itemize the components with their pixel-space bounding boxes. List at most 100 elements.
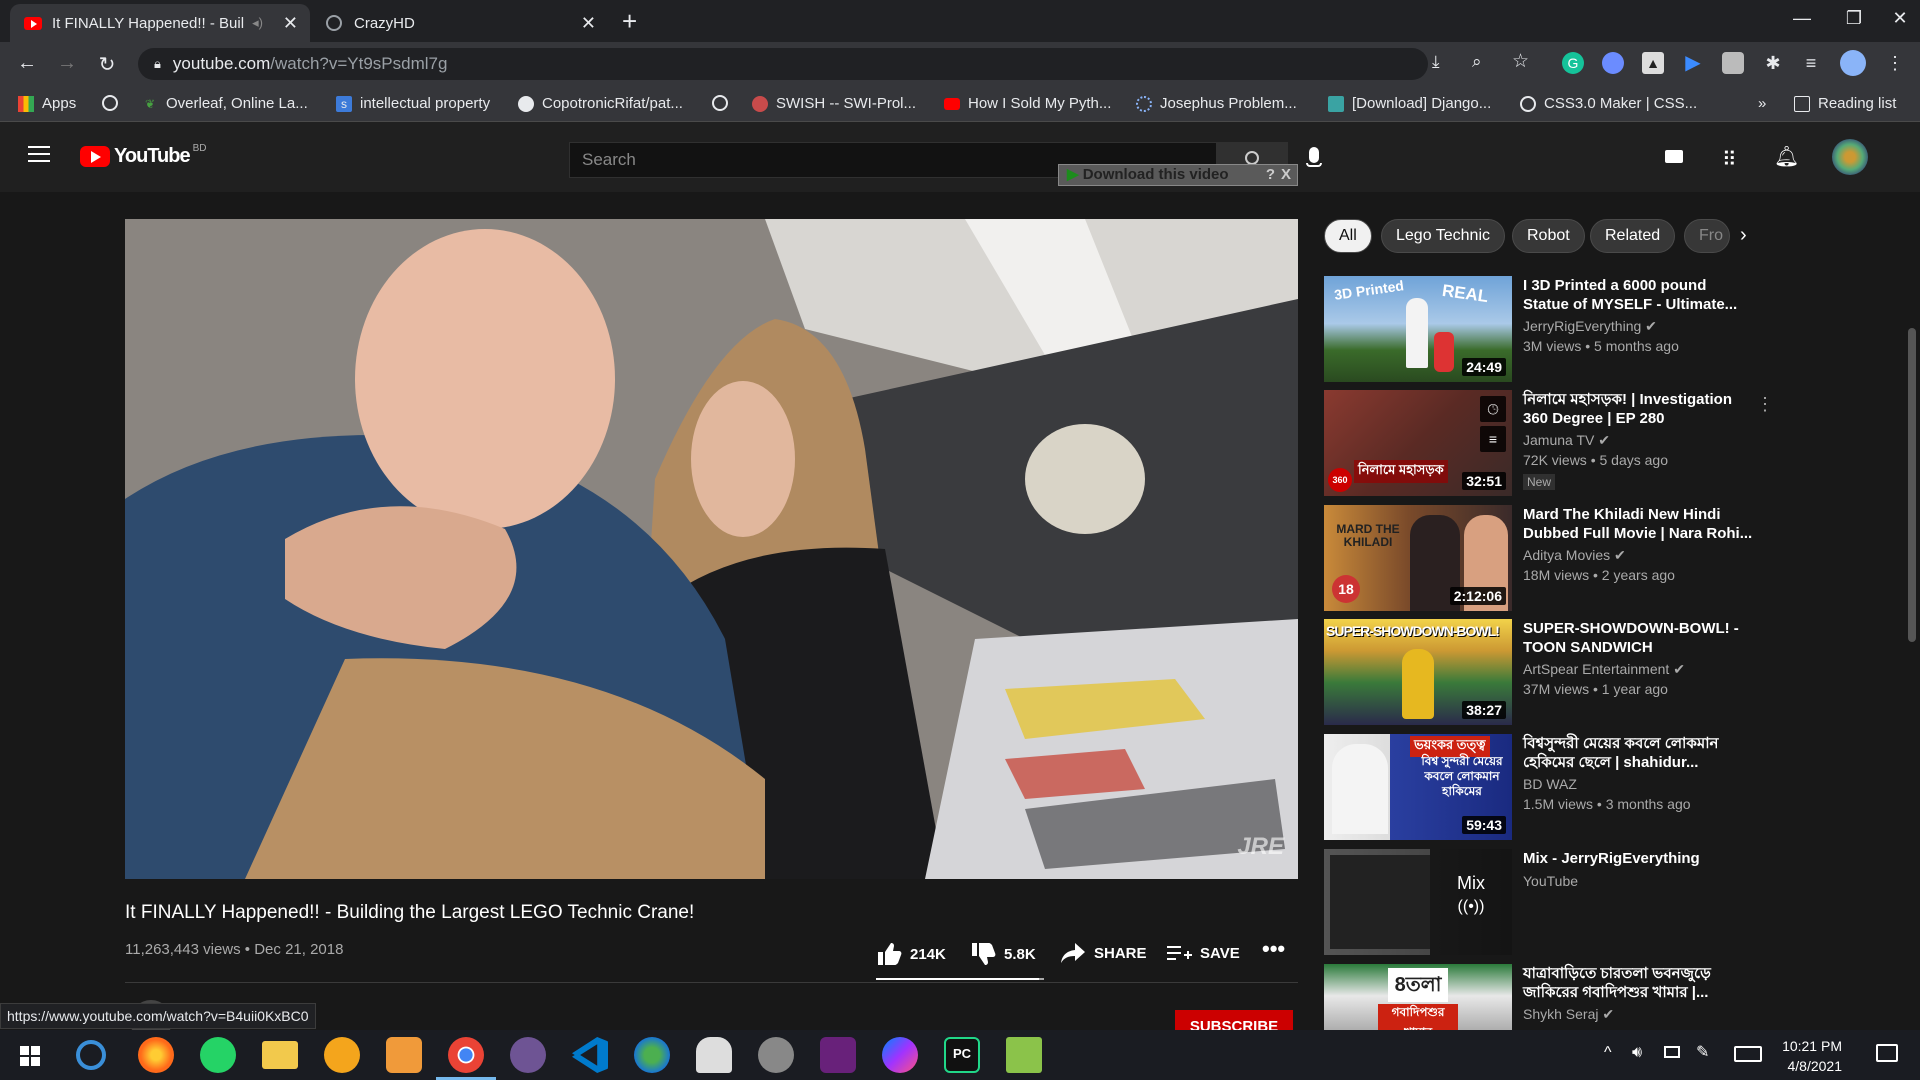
video-thumbnail[interactable]: MARD THE KHILADI 18 2:12:06 bbox=[1324, 505, 1512, 611]
recommendation-item[interactable]: Mix ((•)) Mix - JerryRigEverything YouTu… bbox=[1324, 849, 1764, 955]
zoom-icon[interactable]: ⌕ bbox=[1472, 52, 1482, 72]
chip-robot[interactable]: Robot bbox=[1512, 219, 1585, 253]
hamburger-menu-icon[interactable] bbox=[28, 146, 50, 162]
start-windows-icon[interactable] bbox=[12, 1037, 48, 1073]
new-tab-button[interactable]: + bbox=[622, 6, 637, 37]
page-scrollbar[interactable] bbox=[1908, 328, 1916, 642]
save-button[interactable]: SAVE bbox=[1166, 942, 1240, 964]
share-button[interactable]: SHARE bbox=[1060, 942, 1147, 964]
app-icon[interactable] bbox=[634, 1037, 670, 1073]
bookmark-star-icon[interactable]: ☆ bbox=[1512, 50, 1529, 73]
recommendation-title[interactable]: বিশ্বসুন্দরী মেয়ের কবলে লোকমান হেকিমের … bbox=[1523, 734, 1753, 772]
bookmark-intellectual-property[interactable]: s intellectual property bbox=[336, 95, 490, 112]
close-tab-icon[interactable]: ✕ bbox=[581, 13, 596, 34]
address-bar[interactable]: 🔒︎ youtube.com/watch?v=Yt9sPsdml7g bbox=[138, 48, 1428, 80]
video-thumbnail[interactable]: 8তলা গবাদিপশুর খামার bbox=[1324, 964, 1512, 1030]
grammarly-extension-icon[interactable]: G bbox=[1562, 52, 1584, 74]
recommendation-title[interactable]: যাত্রাবাড়িতে চারতলা ভবনজুড়ে জাকিরের গব… bbox=[1523, 964, 1753, 1002]
bookmark-swish[interactable]: SWISH -- SWI-Prol... bbox=[752, 95, 916, 112]
microphone-icon[interactable] bbox=[1306, 147, 1322, 167]
youtube-logo[interactable]: YouTube BD bbox=[80, 143, 206, 168]
like-button[interactable]: 214K bbox=[876, 942, 946, 966]
account-avatar[interactable] bbox=[1832, 139, 1868, 175]
system-clock[interactable]: 10:21 PM 4/8/2021 bbox=[1782, 1036, 1842, 1076]
bookmark-css3-maker[interactable]: CSS3.0 Maker | CSS... bbox=[1520, 95, 1697, 112]
watch-later-icon[interactable]: 🕒︎ bbox=[1480, 396, 1506, 422]
app-icon[interactable] bbox=[696, 1037, 732, 1073]
puzzle-extensions-icon[interactable]: ✱ bbox=[1762, 52, 1784, 74]
more-actions-icon[interactable]: ••• bbox=[1262, 936, 1285, 962]
forward-icon[interactable]: → bbox=[54, 52, 80, 75]
create-video-icon[interactable] bbox=[1665, 150, 1683, 163]
download-help-button[interactable]: ? bbox=[1266, 165, 1275, 185]
download-video-bar[interactable]: ▶ Download this video ? X bbox=[1058, 164, 1298, 186]
chevron-up-icon[interactable]: ^ bbox=[1604, 1044, 1612, 1062]
recommendation-item[interactable]: MARD THE KHILADI 18 2:12:06 Mard The Khi… bbox=[1324, 505, 1764, 611]
recommendation-title[interactable]: SUPER-SHOWDOWN-BOWL! - TOON SANDWICH bbox=[1523, 619, 1753, 657]
app-icon[interactable] bbox=[386, 1037, 422, 1073]
video-thumbnail[interactable]: নিলামে মহাসড়ক 360 🕒︎ ≡ 32:51 bbox=[1324, 390, 1512, 496]
more-options-icon[interactable]: ⋮ bbox=[1756, 394, 1774, 415]
reading-list-button[interactable]: Reading list bbox=[1794, 95, 1896, 112]
maximize-icon[interactable]: ❐ bbox=[1834, 8, 1874, 29]
bookmark-youtube[interactable]: How I Sold My Pyth... bbox=[944, 95, 1111, 112]
recommendation-title[interactable]: I 3D Printed a 6000 pound Statue of MYSE… bbox=[1523, 276, 1753, 314]
messenger-icon[interactable] bbox=[882, 1037, 918, 1073]
install-icon[interactable]: ⤓ bbox=[1432, 52, 1440, 72]
profile-avatar[interactable] bbox=[1840, 50, 1866, 76]
recommendation-item[interactable]: নিলামে মহাসড়ক 360 🕒︎ ≡ 32:51 নিলামে মহা… bbox=[1324, 390, 1774, 496]
recommendation-channel[interactable]: ArtSpear Entertainment ✔ bbox=[1523, 661, 1685, 678]
pycharm-icon[interactable]: PC bbox=[944, 1037, 980, 1073]
close-window-icon[interactable]: ✕ bbox=[1880, 8, 1920, 29]
brave-icon[interactable] bbox=[324, 1037, 360, 1073]
vscode-icon[interactable] bbox=[572, 1037, 608, 1073]
recommendation-channel[interactable]: BD WAZ bbox=[1523, 776, 1577, 792]
recommendation-item[interactable]: ভয়ংকর তত্ত্ব বিশ্ব সুন্দরী মেয়ের কবলে … bbox=[1324, 734, 1764, 840]
recommendation-channel[interactable]: JerryRigEverything ✔ bbox=[1523, 318, 1657, 335]
search-ring-icon[interactable] bbox=[76, 1040, 106, 1070]
notifications-bell-icon[interactable]: 🔔︎ bbox=[1774, 144, 1799, 169]
chip-related[interactable]: Related bbox=[1590, 219, 1676, 253]
recommendation-item[interactable]: SUPER-SHOWDOWN-BOWL! 38:27 SUPER-SHOWDOW… bbox=[1324, 619, 1764, 725]
network-icon[interactable] bbox=[1664, 1046, 1680, 1058]
visual-studio-icon[interactable] bbox=[820, 1037, 856, 1073]
add-to-queue-icon[interactable]: ≡ bbox=[1480, 426, 1506, 452]
bookmark-josephus[interactable]: Josephus Problem... bbox=[1136, 95, 1297, 112]
chip-all[interactable]: All bbox=[1324, 219, 1372, 253]
chip-from[interactable]: Fro bbox=[1684, 219, 1730, 253]
recommendation-item[interactable]: 3D Printed REAL 24:49 I 3D Printed a 600… bbox=[1324, 276, 1764, 382]
video-thumbnail[interactable]: SUPER-SHOWDOWN-BOWL! 38:27 bbox=[1324, 619, 1512, 725]
recommendation-channel[interactable]: Shykh Seraj ✔ bbox=[1523, 1006, 1614, 1023]
recommendation-title[interactable]: Mard The Khiladi New Hindi Dubbed Full M… bbox=[1523, 505, 1753, 543]
download-close-button[interactable]: X bbox=[1281, 165, 1291, 185]
recommendation-item[interactable]: 8তলা গবাদিপশুর খামার যাত্রাবাড়িতে চারতল… bbox=[1324, 964, 1764, 1030]
bookmarks-overflow-button[interactable]: » bbox=[1758, 95, 1766, 112]
bookmark-django[interactable]: [Download] Django... bbox=[1328, 95, 1491, 112]
keyboard-icon[interactable] bbox=[1734, 1046, 1762, 1062]
tab-audio-icon[interactable]: ◂) bbox=[252, 15, 263, 31]
file-explorer-icon[interactable] bbox=[262, 1041, 298, 1069]
recommendation-title[interactable]: নিলামে মহাসড়ক! | Investigation 360 Degr… bbox=[1523, 390, 1753, 428]
close-tab-icon[interactable]: ✕ bbox=[283, 13, 298, 34]
chrome-menu-icon[interactable]: ⋮ bbox=[1884, 52, 1906, 74]
volume-icon[interactable]: 🔊︎ bbox=[1632, 1044, 1642, 1062]
bookmark-overleaf[interactable]: ❦ Overleaf, Online La... bbox=[142, 95, 308, 112]
extension-icon[interactable]: ▲ bbox=[1642, 52, 1664, 74]
dislike-button[interactable]: 5.8K bbox=[970, 942, 1036, 966]
pen-icon[interactable]: ✎ bbox=[1696, 1042, 1709, 1062]
video-thumbnail[interactable]: ভয়ংকর তত্ত্ব বিশ্ব সুন্দরী মেয়ের কবলে … bbox=[1324, 734, 1512, 840]
app-icon[interactable] bbox=[1006, 1037, 1042, 1073]
video-thumbnail[interactable]: 3D Printed REAL 24:49 bbox=[1324, 276, 1512, 382]
bookmark-apps[interactable]: Apps bbox=[18, 95, 76, 112]
chip-lego-technic[interactable]: Lego Technic bbox=[1381, 219, 1505, 253]
whatsapp-icon[interactable] bbox=[200, 1037, 236, 1073]
subscribe-button[interactable]: SUBSCRIBE bbox=[1175, 1010, 1293, 1030]
chrome-icon[interactable] bbox=[436, 1037, 496, 1080]
bookmark-globe[interactable] bbox=[712, 95, 736, 111]
tab-inactive[interactable]: CrazyHD ✕ bbox=[312, 4, 608, 42]
recommendation-channel[interactable]: Aditya Movies ✔ bbox=[1523, 547, 1626, 564]
video-player[interactable]: JRE bbox=[125, 219, 1298, 879]
tab-active[interactable]: It FINALLY Happened!! - Buil ◂) ✕ bbox=[10, 4, 310, 42]
minimize-icon[interactable]: — bbox=[1782, 8, 1822, 29]
back-icon[interactable]: ← bbox=[14, 52, 40, 75]
